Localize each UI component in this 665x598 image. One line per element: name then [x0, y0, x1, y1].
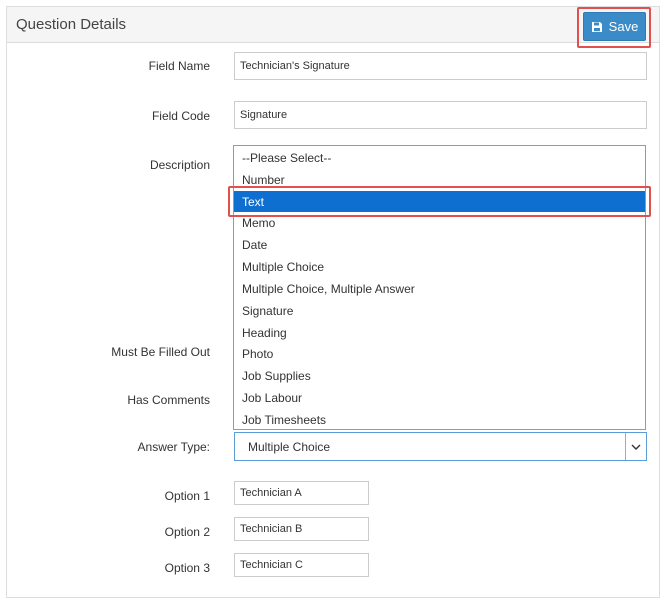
field-name-input[interactable]: Technician's Signature [234, 52, 647, 80]
floppy-disk-icon [591, 21, 603, 33]
dropdown-option[interactable]: --Please Select-- [234, 147, 645, 168]
answer-type-select[interactable]: Multiple Choice [234, 432, 647, 461]
has-comments-label: Has Comments [127, 393, 210, 407]
field-code-input[interactable]: Signature [234, 101, 647, 129]
field-code-label: Field Code [151, 109, 210, 123]
dropdown-option[interactable]: Date [234, 234, 645, 255]
option-1-input[interactable]: Technician A [234, 481, 369, 505]
answer-type-dropdown-list[interactable]: --Please Select-- Number Text Memo Date … [233, 145, 646, 430]
option-3-label: Option 3 [164, 561, 210, 575]
dropdown-option[interactable]: Signature [234, 300, 645, 321]
dropdown-option[interactable]: Heading [234, 322, 645, 343]
dropdown-option[interactable]: Multiple Choice [234, 256, 645, 277]
panel-title: Question Details [16, 16, 127, 33]
option-3-input[interactable]: Technician C [234, 553, 369, 577]
option-2-label: Option 2 [164, 525, 210, 539]
answer-type-value: Multiple Choice [248, 439, 331, 454]
must-be-filled-out-label: Must Be Filled Out [111, 345, 210, 359]
panel-header: Question Details [7, 7, 659, 43]
field-name-label: Field Name [148, 59, 210, 73]
dropdown-option[interactable]: Memo [234, 212, 645, 233]
dropdown-option[interactable]: Photo [234, 343, 645, 364]
save-button-label: Save [608, 19, 639, 34]
dropdown-option[interactable]: Job Supplies [234, 365, 645, 386]
dropdown-option[interactable]: Multiple Choice, Multiple Answer [234, 278, 645, 299]
option-1-label: Option 1 [164, 489, 210, 503]
option-2-input[interactable]: Technician B [234, 517, 369, 541]
save-button[interactable]: Save [583, 12, 646, 41]
dropdown-option[interactable]: Job Labour [234, 387, 645, 408]
chevron-down-icon[interactable] [625, 433, 646, 460]
answer-type-label: Answer Type: [137, 440, 210, 454]
description-label: Description [149, 158, 210, 172]
dropdown-option-selected[interactable]: Text [234, 191, 645, 212]
dropdown-option[interactable]: Job Timesheets [234, 409, 645, 430]
dropdown-option[interactable]: Number [234, 169, 645, 190]
